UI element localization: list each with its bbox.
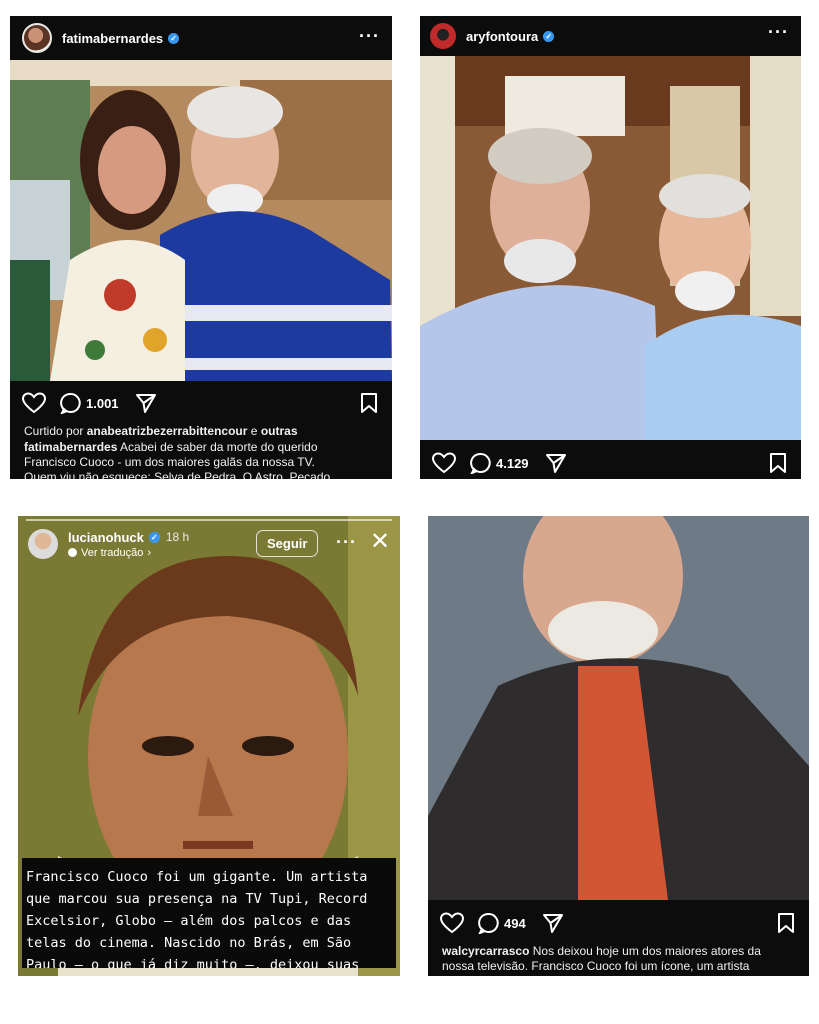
translate-link[interactable]: Ver tradução › bbox=[68, 547, 189, 559]
caption-line: Acabei de saber da morte do querido bbox=[120, 440, 318, 454]
caption-username[interactable]: walcyrcarrasco bbox=[442, 944, 529, 958]
post-header: fatimabernardes ✓ ··· bbox=[10, 16, 392, 60]
username[interactable]: aryfontoura ✓ bbox=[466, 28, 555, 44]
comment-icon[interactable] bbox=[470, 452, 492, 474]
share-icon[interactable] bbox=[135, 392, 157, 414]
close-icon[interactable]: ✕ bbox=[370, 530, 390, 554]
caption-line: Nos deixou hoje um dos maiores atores da bbox=[532, 944, 761, 958]
post-walcyrcarrasco: 494 walcyrcarrasco Nos deixou hoje um do… bbox=[428, 516, 809, 976]
post-aryfontoura: aryfontoura ✓ ··· 4.129 bbox=[420, 16, 801, 479]
username-text: aryfontoura bbox=[466, 28, 539, 44]
share-icon[interactable] bbox=[545, 452, 567, 474]
story-text-line: Paulo — o que já diz muito —, deixou sua… bbox=[26, 957, 360, 968]
verified-icon: ✓ bbox=[543, 30, 555, 42]
avatar[interactable] bbox=[430, 23, 456, 49]
comments-count: 1.001 bbox=[86, 395, 119, 411]
post-caption: walcyrcarrasco Nos deixou hoje um dos ma… bbox=[442, 944, 802, 974]
heart-icon[interactable] bbox=[440, 912, 464, 934]
translate-label: Ver tradução bbox=[81, 546, 144, 559]
avatar[interactable] bbox=[22, 23, 52, 53]
comment-icon[interactable] bbox=[60, 392, 82, 414]
liked-by: Curtido por anabeatrizbezerrabittencour … bbox=[24, 424, 384, 439]
follow-button[interactable]: Seguir bbox=[256, 530, 319, 557]
post-actions: 1.001 bbox=[10, 388, 392, 418]
story-lucianohuck: lucianohuck ✓ 18 h Ver tradução › Seguir… bbox=[18, 516, 400, 976]
story-text-line: Francisco Cuoco foi um gigante. Um artis… bbox=[26, 869, 368, 885]
more-icon[interactable]: ··· bbox=[359, 26, 380, 47]
bookmark-icon[interactable] bbox=[360, 392, 378, 414]
caption-line: Quem viu não esquece: Selva de Pedra, O … bbox=[24, 470, 331, 479]
verified-icon: ✓ bbox=[168, 32, 180, 44]
post-photo[interactable] bbox=[428, 516, 809, 900]
story-text-line: telas do cinema. Nascido no Brás, em São bbox=[26, 935, 352, 951]
story-progress bbox=[26, 519, 392, 521]
bookmark-icon[interactable] bbox=[777, 912, 795, 934]
post-photo[interactable] bbox=[10, 60, 392, 381]
story-time: 18 h bbox=[165, 530, 190, 544]
username[interactable]: lucianohuck ✓ bbox=[68, 530, 160, 545]
avatar[interactable] bbox=[28, 529, 58, 559]
photo-illustration bbox=[420, 56, 801, 440]
post-photo[interactable] bbox=[420, 56, 801, 440]
translate-icon bbox=[68, 548, 77, 557]
story-text-line: que marcou sua presença na TV Tupi, Reco… bbox=[26, 891, 368, 907]
comments-count: 494 bbox=[504, 915, 526, 931]
story-text-line: Excelsior, Globo — além dos palcos e das bbox=[26, 913, 352, 929]
photo-illustration bbox=[428, 516, 809, 900]
comment-icon[interactable] bbox=[478, 912, 500, 934]
bookmark-icon[interactable] bbox=[769, 452, 787, 474]
caption-username[interactable]: fatimabernardes bbox=[24, 440, 117, 454]
username[interactable]: fatimabernardes ✓ bbox=[62, 30, 180, 46]
more-icon[interactable]: ··· bbox=[768, 22, 789, 43]
share-icon[interactable] bbox=[542, 912, 564, 934]
comments-count: 4.129 bbox=[496, 455, 529, 471]
post-caption: fatimabernardes Acabei de saber da morte… bbox=[24, 440, 384, 479]
liked-by-user[interactable]: anabeatrizbezerrabittencour bbox=[87, 424, 248, 438]
caption-line: Francisco Cuoco - um dos maiores galãs d… bbox=[24, 455, 315, 469]
caption-line: nossa televisão. Francisco Cuoco foi um … bbox=[442, 959, 750, 973]
username-text: fatimabernardes bbox=[62, 30, 164, 46]
more-icon[interactable]: ··· bbox=[336, 532, 357, 553]
verified-icon: ✓ bbox=[148, 531, 160, 543]
username-text: lucianohuck bbox=[68, 529, 144, 545]
post-actions: 4.129 bbox=[420, 448, 801, 478]
post-fatimabernardes: fatimabernardes ✓ ··· 1.001 Curtido por … bbox=[10, 16, 392, 479]
photo-illustration bbox=[10, 60, 392, 381]
liked-by-others[interactable]: outras bbox=[261, 424, 298, 438]
story-header: lucianohuck ✓ 18 h Ver tradução › Seguir… bbox=[18, 524, 400, 564]
heart-icon[interactable] bbox=[432, 452, 456, 474]
chevron-right-icon: › bbox=[147, 546, 152, 559]
liked-by-suffix: e bbox=[250, 424, 258, 438]
heart-icon[interactable] bbox=[22, 392, 46, 414]
story-text-box: Francisco Cuoco foi um gigante. Um artis… bbox=[22, 858, 396, 968]
liked-by-prefix: Curtido por bbox=[24, 424, 84, 438]
post-header: aryfontoura ✓ ··· bbox=[420, 16, 801, 56]
post-actions: 494 bbox=[428, 908, 809, 938]
